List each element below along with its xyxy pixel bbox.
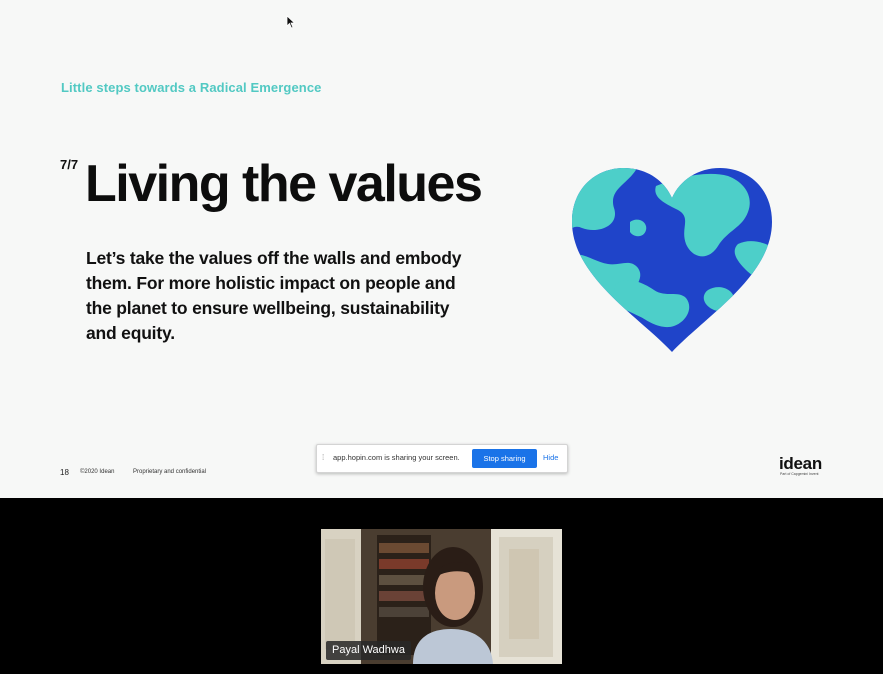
body-line: them. For more holistic impact on people… (86, 273, 456, 293)
body-line: the planet to ensure wellbeing, sustaina… (86, 298, 450, 318)
hide-button[interactable]: Hide (543, 453, 558, 462)
step-counter: 7/7 (60, 157, 79, 172)
screen-share-bar: ⁞ app.hopin.com is sharing your screen. … (316, 444, 568, 473)
copyright-text: ©2020 Idean (80, 469, 115, 475)
shared-slide: Little steps towards a Radical Emergence… (0, 0, 883, 498)
idean-logo: idean (779, 454, 822, 473)
slide-title: Living the values (85, 155, 483, 213)
slide-kicker: Little steps towards a Radical Emergence (61, 80, 322, 95)
drag-handle-icon[interactable]: ⁞ (322, 453, 326, 463)
confidential-text: Proprietary and confidential (133, 469, 207, 475)
mouse-cursor-icon (286, 15, 296, 29)
stop-sharing-button[interactable]: Stop sharing (472, 449, 537, 468)
slide-body: Let’s take the values off the walls and … (86, 246, 486, 346)
participant-name-label: Payal Wadhwa (326, 641, 411, 660)
heart-globe-icon (572, 168, 772, 352)
share-status-text: app.hopin.com is sharing your screen. (333, 453, 460, 462)
body-line: Let’s take the values off the walls and … (86, 248, 462, 268)
idean-logo-subtitle: Part of Capgemini Invent (780, 472, 819, 476)
body-line: and equity. (86, 323, 175, 343)
page-number: 18 (60, 468, 69, 477)
